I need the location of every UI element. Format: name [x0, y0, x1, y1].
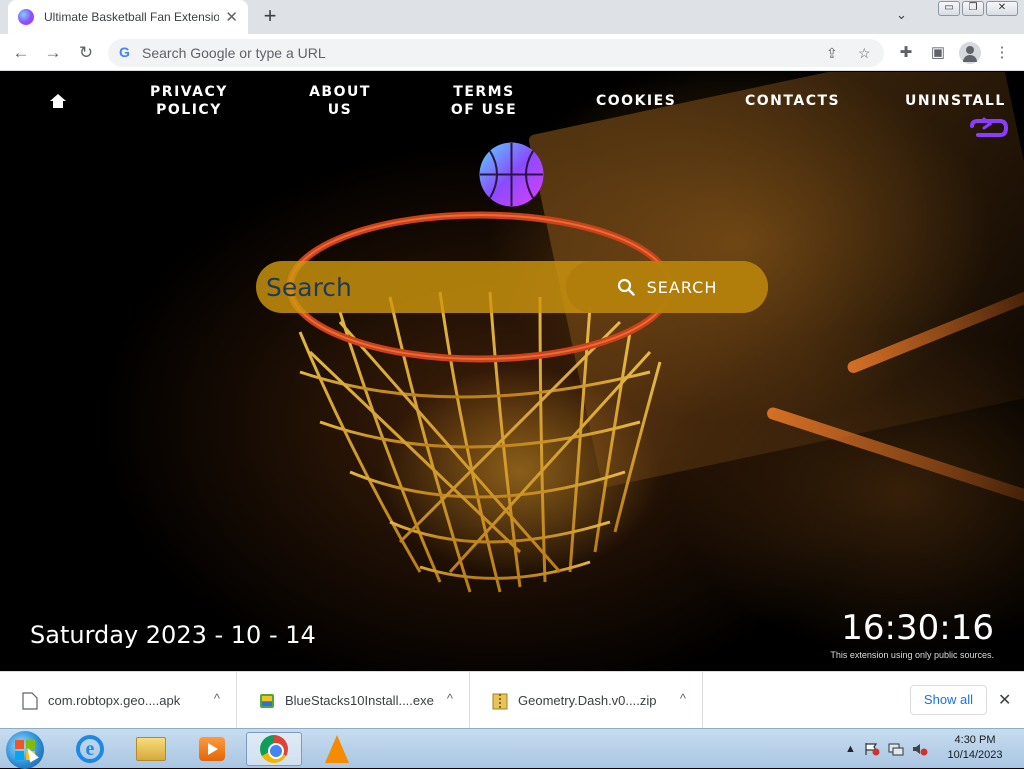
chrome-icon	[260, 735, 288, 763]
nav-cookies[interactable]: COOKIES	[596, 92, 675, 110]
extensions-puzzle-icon[interactable]: ✚	[895, 42, 917, 64]
chrome-taskbar-button[interactable]	[246, 732, 302, 766]
download-filename: BlueStacks10Install....exe	[285, 693, 434, 708]
volume-muted-icon[interactable]	[912, 742, 928, 756]
nav-privacy-policy[interactable]: PRIVACY POLICY	[150, 83, 228, 119]
folder-icon	[136, 737, 166, 761]
nav-contacts[interactable]: CONTACTS	[745, 92, 839, 110]
download-filename: Geometry.Dash.v0....zip	[518, 693, 657, 708]
reload-icon[interactable]: ↻	[75, 42, 97, 64]
zip-archive-icon	[492, 693, 508, 709]
profile-avatar-icon[interactable]	[959, 42, 981, 64]
google-g-icon: G	[119, 44, 130, 60]
vlc-taskbar-button[interactable]	[309, 732, 365, 766]
home-icon[interactable]	[49, 93, 67, 109]
download-options-caret-icon[interactable]: ^	[447, 691, 453, 706]
search-icon	[617, 278, 635, 296]
search-bar: SEARCH	[256, 261, 768, 313]
internet-explorer-taskbar-button[interactable]: e	[62, 732, 118, 766]
current-time: 16:30:16	[841, 608, 994, 648]
file-explorer-taskbar-button[interactable]	[123, 732, 179, 766]
download-options-caret-icon[interactable]: ^	[680, 691, 686, 706]
windows-taskbar: e ▲ 4:30 PM 10/14/2023	[0, 728, 1024, 769]
download-item[interactable]: Geometry.Dash.v0....zip ^	[470, 672, 703, 729]
window-controls: ▭ ❐ ✕	[938, 1, 1018, 16]
vlc-cone-icon	[325, 735, 349, 763]
browser-tab[interactable]: Ultimate Basketball Fan Extension ✕	[8, 0, 248, 34]
show-hidden-icons-arrow-icon[interactable]: ▲	[845, 743, 856, 755]
top-navigation: PRIVACY POLICY ABOUT US TERMS OF USE COOKIE…	[0, 72, 1024, 137]
bookmark-star-icon[interactable]: ☆	[858, 45, 871, 62]
nav-terms-of-use[interactable]: TERMS OF USE	[448, 83, 520, 119]
action-center-flag-icon[interactable]	[864, 742, 880, 756]
sources-disclaimer: This extension using only public sources…	[830, 650, 994, 660]
tab-strip: Ultimate Basketball Fan Extension ✕ + ⌄ …	[0, 0, 1024, 34]
restore-button[interactable]: ❐	[962, 1, 984, 16]
share-icon[interactable]: ⇪	[826, 45, 838, 62]
download-item[interactable]: BlueStacks10Install....exe ^	[237, 672, 470, 729]
download-shelf: com.robtopx.geo....apk ^ BlueStacks10Ins…	[0, 671, 1024, 729]
basketball-favicon-icon	[18, 9, 34, 25]
taskbar-clock[interactable]: 4:30 PM 10/14/2023	[940, 733, 1010, 763]
tab-title: Ultimate Basketball Fan Extension	[44, 10, 219, 24]
tab-search-chevron-icon[interactable]: ⌄	[896, 7, 907, 23]
close-download-shelf-icon[interactable]: ✕	[998, 690, 1011, 710]
search-input[interactable]	[266, 263, 556, 311]
media-player-taskbar-button[interactable]	[184, 732, 240, 766]
download-options-caret-icon[interactable]: ^	[214, 691, 220, 706]
download-item[interactable]: com.robtopx.geo....apk ^	[0, 672, 237, 729]
chrome-menu-icon[interactable]: ⋮	[991, 42, 1013, 64]
search-button[interactable]: SEARCH	[566, 261, 768, 313]
browser-toolbar: ← → ↻ G ⇪ ☆ ✚ ▣ ⋮	[0, 34, 1024, 71]
minimize-button[interactable]: ▭	[938, 1, 960, 16]
basketball-logo-icon	[479, 142, 544, 207]
network-icon[interactable]	[888, 742, 904, 756]
current-date: Saturday 2023 - 10 - 14	[30, 621, 316, 649]
bluestacks-installer-icon	[260, 693, 274, 708]
taskbar-date: 10/14/2023	[947, 749, 1003, 761]
forward-arrow-icon[interactable]: →	[42, 42, 64, 64]
nav-uninstall[interactable]: UNINSTALL	[905, 92, 1004, 110]
address-bar-input[interactable]	[142, 39, 742, 67]
taskbar-time: 4:30 PM	[954, 734, 996, 746]
window-close-button[interactable]: ✕	[986, 1, 1018, 16]
omnibox[interactable]: G ⇪ ☆	[108, 39, 884, 67]
new-tab-button[interactable]: +	[258, 5, 282, 29]
side-panel-icon[interactable]: ▣	[927, 42, 949, 64]
tab-close-icon[interactable]: ✕	[225, 8, 238, 26]
media-player-icon	[199, 737, 225, 761]
nav-about-us[interactable]: ABOUT US	[305, 83, 375, 119]
download-filename: com.robtopx.geo....apk	[48, 693, 181, 708]
back-arrow-icon[interactable]: ←	[10, 42, 32, 64]
internet-explorer-icon: e	[76, 735, 104, 763]
uninstall-swap-icon[interactable]	[966, 116, 1010, 142]
show-all-downloads-button[interactable]: Show all	[910, 685, 987, 715]
file-icon	[22, 691, 38, 710]
page-viewport: PRIVACY POLICY ABOUT US TERMS OF USE COOKIE…	[0, 72, 1024, 671]
search-button-label: SEARCH	[646, 277, 718, 297]
